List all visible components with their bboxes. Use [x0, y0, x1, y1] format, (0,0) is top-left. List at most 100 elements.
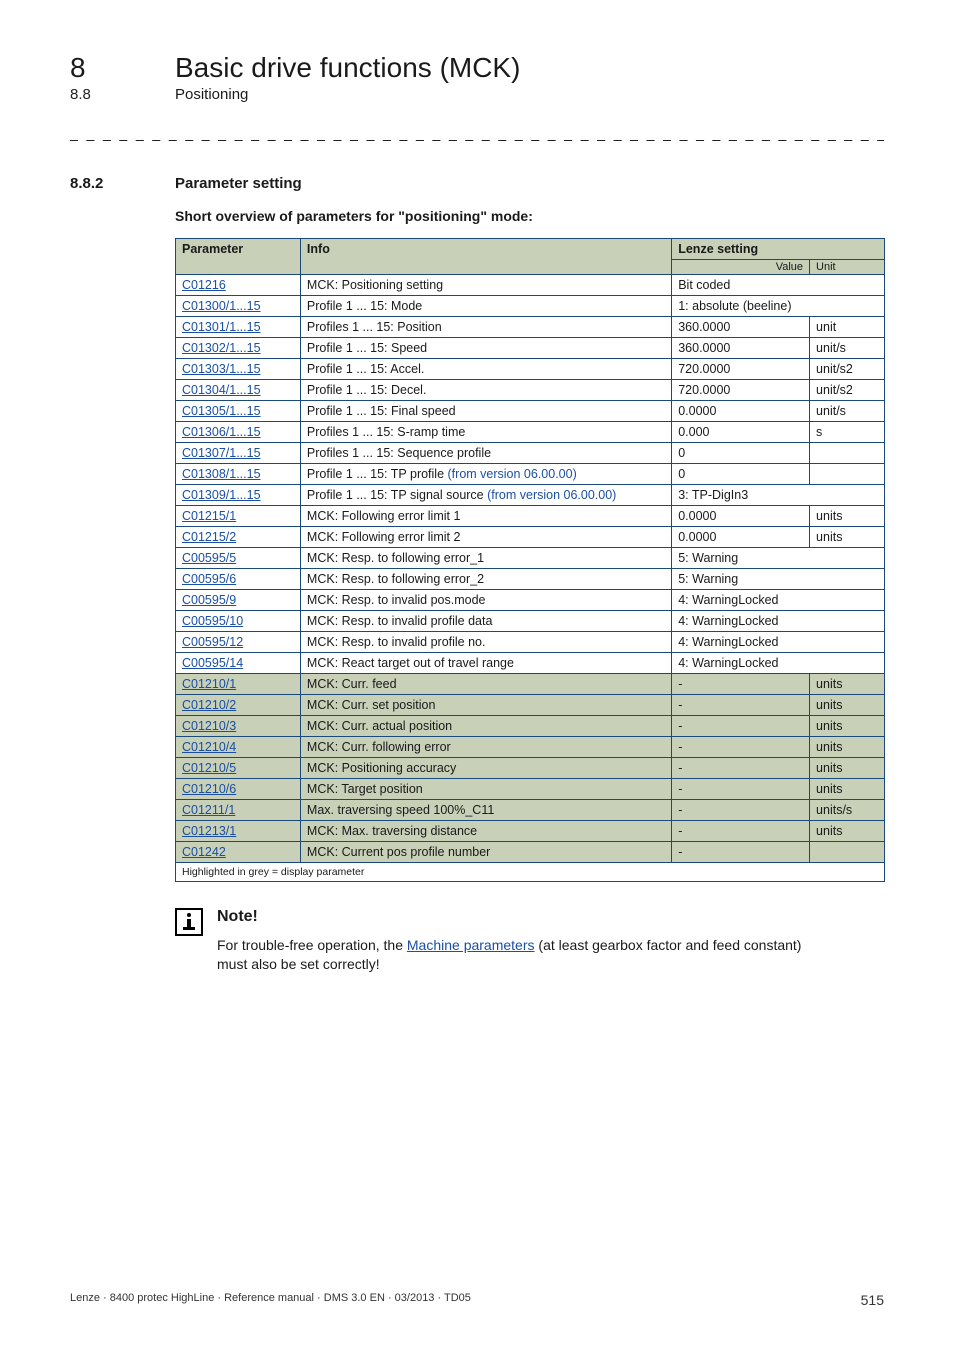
parameter-link[interactable]: C00595/12	[182, 635, 243, 649]
value-cell: -	[672, 716, 810, 737]
parameter-link[interactable]: C00595/9	[182, 593, 236, 607]
info-cell: Profile 1 ... 15: Final speed	[300, 401, 671, 422]
value-cell: Bit coded	[672, 275, 885, 296]
page-number: 515	[861, 1292, 884, 1308]
parameter-link[interactable]: C01215/1	[182, 509, 236, 523]
value-cell: 0.0000	[672, 506, 810, 527]
unit-cell: units	[810, 674, 885, 695]
unit-cell	[810, 464, 885, 485]
chapter-number: 8	[70, 52, 175, 84]
table-row: C00595/10MCK: Resp. to invalid profile d…	[176, 611, 885, 632]
unit-cell: unit	[810, 317, 885, 338]
info-cell: Profile 1 ... 15: TP signal source (from…	[300, 485, 671, 506]
machine-parameters-link[interactable]: Machine parameters	[407, 937, 535, 953]
info-cell: Max. traversing speed 100%_C11	[300, 800, 671, 821]
unit-cell: unit/s2	[810, 380, 885, 401]
parameter-link[interactable]: C01242	[182, 845, 226, 859]
table-row: C00595/5MCK: Resp. to following error_15…	[176, 548, 885, 569]
unit-cell: units	[810, 758, 885, 779]
value-cell: 4: WarningLocked	[672, 590, 885, 611]
value-cell: -	[672, 695, 810, 716]
info-cell: Profile 1 ... 15: Mode	[300, 296, 671, 317]
unit-cell: unit/s	[810, 338, 885, 359]
table-row: C01302/1...15Profile 1 ... 15: Speed360.…	[176, 338, 885, 359]
parameter-link[interactable]: C01303/1...15	[182, 362, 261, 376]
unit-cell: units	[810, 779, 885, 800]
parameter-link[interactable]: C00595/14	[182, 656, 243, 670]
table-row: C01213/1MCK: Max. traversing distance-un…	[176, 821, 885, 842]
info-cell: MCK: Curr. following error	[300, 737, 671, 758]
table-row: C01210/3MCK: Curr. actual position-units	[176, 716, 885, 737]
value-cell: 4: WarningLocked	[672, 611, 885, 632]
parameter-link[interactable]: C01309/1...15	[182, 488, 261, 502]
table-row: C01215/2 MCK: Following error limit 20.00…	[176, 527, 885, 548]
parameter-link[interactable]: C01211/1	[182, 803, 235, 817]
value-cell: -	[672, 842, 810, 863]
info-cell: MCK: Positioning setting	[300, 275, 671, 296]
th-lenze: Lenze setting	[672, 239, 885, 260]
unit-cell: units	[810, 821, 885, 842]
parameter-link[interactable]: C01302/1...15	[182, 341, 261, 355]
table-row: C01211/1Max. traversing speed 100%_C11-u…	[176, 800, 885, 821]
info-cell: Profile 1 ... 15: Accel.	[300, 359, 671, 380]
info-cell: Profile 1 ... 15: TP profile (from versi…	[300, 464, 671, 485]
value-cell: 0.000	[672, 422, 810, 443]
value-cell: -	[672, 800, 810, 821]
info-cell: Profile 1 ... 15: Decel.	[300, 380, 671, 401]
parameter-link[interactable]: C01307/1...15	[182, 446, 261, 460]
parameter-link[interactable]: C01300/1...15	[182, 299, 261, 313]
info-cell: Profiles 1 ... 15: Position	[300, 317, 671, 338]
info-cell: MCK: Current pos profile number	[300, 842, 671, 863]
unit-cell: units	[810, 737, 885, 758]
parameter-link[interactable]: C01210/3	[182, 719, 236, 733]
table-row: C01210/2 MCK: Curr. set position-units	[176, 695, 885, 716]
parameter-link[interactable]: C01306/1...15	[182, 425, 261, 439]
table-row: C01308/1...15 Profile 1 ... 15: TP profil…	[176, 464, 885, 485]
parameter-link[interactable]: C01301/1...15	[182, 320, 261, 334]
info-cell: MCK: Curr. feed	[300, 674, 671, 695]
parameter-link[interactable]: C01216	[182, 278, 226, 292]
unit-cell: units	[810, 695, 885, 716]
value-cell: -	[672, 779, 810, 800]
parameter-link[interactable]: C00595/10	[182, 614, 243, 628]
parameter-link[interactable]: C01210/4	[182, 740, 236, 754]
parameter-link[interactable]: C01210/5	[182, 761, 236, 775]
parameter-link[interactable]: C00595/5	[182, 551, 236, 565]
th-parameter: Parameter	[176, 239, 301, 275]
table-row: C01307/1...15 Profiles 1 ... 15: Sequence…	[176, 443, 885, 464]
table-row: C01305/1...15 Profile 1 ... 15: Final spe…	[176, 401, 885, 422]
parameter-link[interactable]: C00595/6	[182, 572, 236, 586]
info-cell: MCK: Resp. to following error_2	[300, 569, 671, 590]
value-cell: 0	[672, 464, 810, 485]
section-title: Positioning	[175, 86, 248, 103]
table-row: C00595/12MCK: Resp. to invalid profile n…	[176, 632, 885, 653]
parameter-link[interactable]: C01210/2	[182, 698, 236, 712]
parameter-link[interactable]: C01210/6	[182, 782, 236, 796]
unit-cell	[810, 443, 885, 464]
info-cell: MCK: Max. traversing distance	[300, 821, 671, 842]
table-row: C01215/1MCK: Following error limit 10.00…	[176, 506, 885, 527]
unit-cell: unit/s	[810, 401, 885, 422]
parameter-link[interactable]: C01213/1	[182, 824, 236, 838]
unit-cell: units	[810, 527, 885, 548]
parameter-link[interactable]: C01304/1...15	[182, 383, 261, 397]
table-row: C01303/1...15Profile 1 ... 15: Accel.720…	[176, 359, 885, 380]
subsection-title: Parameter setting	[175, 175, 302, 192]
parameter-link[interactable]: C01305/1...15	[182, 404, 261, 418]
th-unit: Unit	[810, 260, 885, 275]
info-cell: Profiles 1 ... 15: Sequence profile	[300, 443, 671, 464]
value-cell: 3: TP-DigIn3	[672, 485, 885, 506]
value-cell: 0.0000	[672, 527, 810, 548]
table-row: C01300/1...15Profile 1 ... 15: Mode1: ab…	[176, 296, 885, 317]
divider: _ _ _ _ _ _ _ _ _ _ _ _ _ _ _ _ _ _ _ _ …	[70, 125, 884, 141]
note-text-pre: For trouble-free operation, the	[217, 937, 407, 953]
table-row: C01216 MCK: Positioning settingBit coded	[176, 275, 885, 296]
info-cell: MCK: Target position	[300, 779, 671, 800]
info-cell: MCK: Following error limit 2	[300, 527, 671, 548]
table-row: C00595/9MCK: Resp. to invalid pos.mode4:…	[176, 590, 885, 611]
info-cell: MCK: Curr. set position	[300, 695, 671, 716]
parameter-link[interactable]: C01210/1	[182, 677, 236, 691]
parameter-link[interactable]: C01215/2	[182, 530, 236, 544]
parameter-link[interactable]: C01308/1...15	[182, 467, 261, 481]
note-title: Note!	[217, 908, 817, 926]
